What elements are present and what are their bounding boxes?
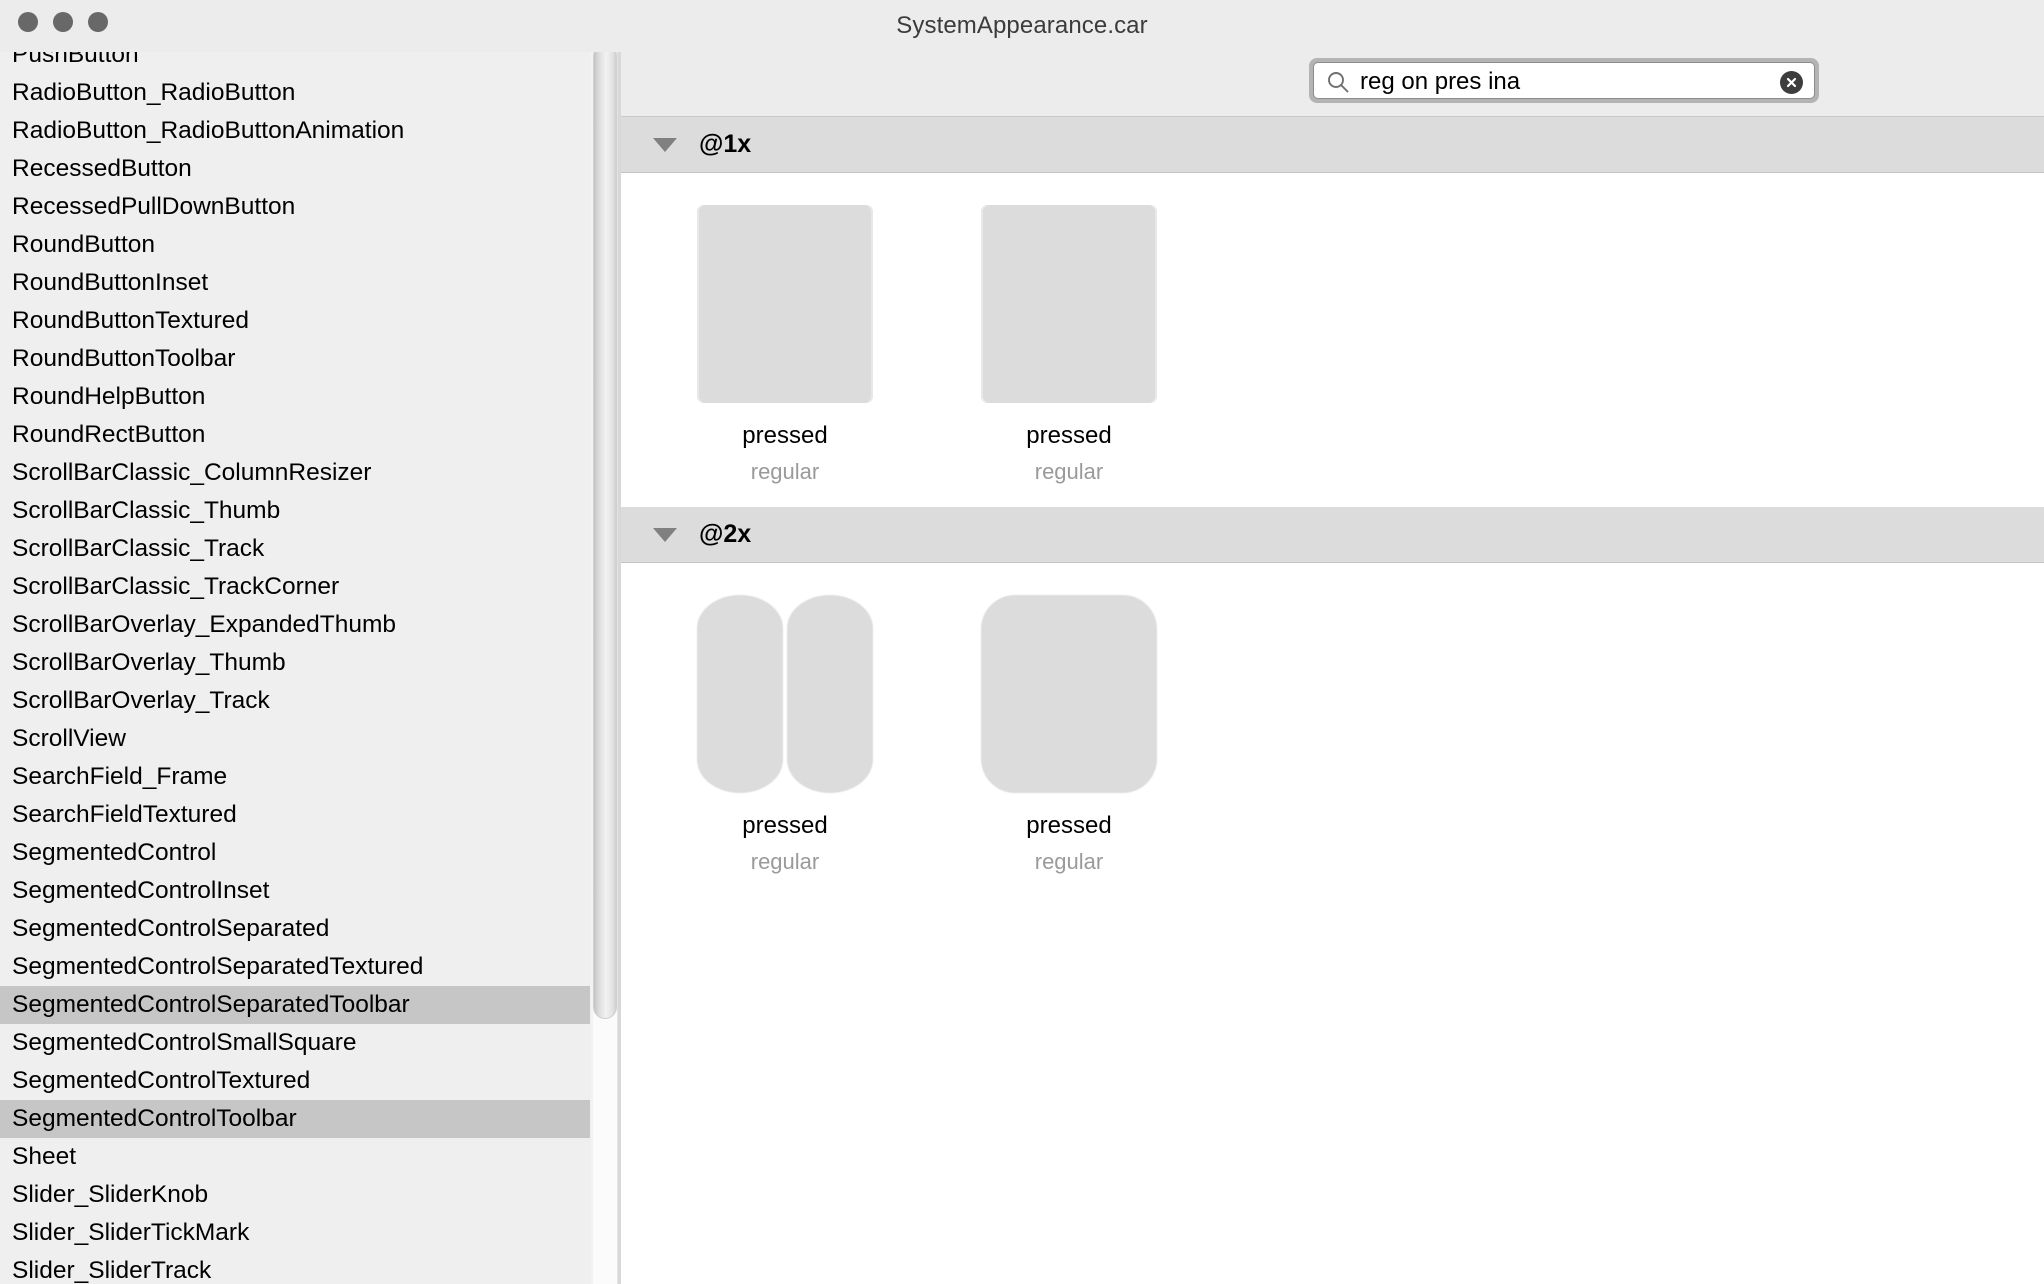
sidebar-item[interactable]: Sheet [0, 1138, 590, 1176]
clear-search-icon[interactable] [1780, 71, 1803, 94]
sidebar-item[interactable]: Slider_SliderKnob [0, 1176, 590, 1214]
asset-thumbnail[interactable] [979, 201, 1159, 406]
asset-grid: pressed regular pressed regular [621, 563, 2044, 897]
sidebar-list: PushButton RadioButton_RadioButton RadioBu… [0, 44, 590, 1284]
sidebar-item[interactable]: SegmentedControlSmallSquare [0, 1024, 590, 1062]
asset-cell[interactable]: pressed regular [669, 201, 901, 483]
window-title: SystemAppearance.car [896, 12, 1148, 39]
sidebar-item[interactable]: RoundButtonTextured [0, 302, 590, 340]
sidebar[interactable]: PushButton RadioButton_RadioButton RadioBu… [0, 44, 600, 1284]
asset-state-label: pressed [1026, 812, 1112, 839]
sidebar-item[interactable]: RecessedButton [0, 150, 590, 188]
sidebar-item[interactable]: ScrollBarClassic_ColumnResizer [0, 454, 590, 492]
sidebar-item[interactable]: RoundHelpButton [0, 378, 590, 416]
sidebar-item[interactable]: SegmentedControl [0, 834, 590, 872]
sidebar-item[interactable]: SegmentedControlTextured [0, 1062, 590, 1100]
sidebar-item[interactable]: ScrollBarOverlay_ExpandedThumb [0, 606, 590, 644]
asset-cell[interactable]: pressed regular [953, 591, 1185, 873]
section-header[interactable]: @2x [621, 507, 2044, 563]
sidebar-item[interactable]: Slider_SliderTrack [0, 1252, 590, 1284]
asset-state-label: pressed [1026, 422, 1112, 449]
sidebar-scrollbar-thumb[interactable] [593, 44, 617, 1019]
section-label: @2x [699, 520, 752, 548]
asset-state-label: pressed [742, 812, 828, 839]
asset-swatch [697, 204, 873, 403]
chevron-down-icon[interactable] [653, 527, 677, 542]
content-toolbar [621, 44, 2044, 117]
segmented-control-separated-swatch [697, 594, 873, 793]
sidebar-item[interactable]: ScrollBarOverlay_Track [0, 682, 590, 720]
segment-left [697, 594, 783, 793]
sidebar-item[interactable]: SegmentedControlSeparatedTextured [0, 948, 590, 986]
asset-size-label: regular [1034, 849, 1104, 874]
sidebar-item[interactable]: ScrollBarClassic_TrackCorner [0, 568, 590, 606]
asset-size-label: regular [750, 459, 820, 484]
asset-thumbnail[interactable] [695, 201, 875, 406]
sidebar-item[interactable]: SegmentedControlInset [0, 872, 590, 910]
sidebar-item[interactable]: RadioButton_RadioButtonAnimation [0, 112, 590, 150]
sidebar-item[interactable]: SearchFieldTextured [0, 796, 590, 834]
segmented-control-swatch [981, 594, 1157, 793]
asset-size-label: regular [1034, 459, 1104, 484]
search-icon [1327, 71, 1349, 93]
content-area: @1x pressed regular pressed regular @2x presse… [621, 44, 2044, 1284]
search-field[interactable] [1313, 62, 1815, 100]
asset-state-label: pressed [742, 422, 828, 449]
sidebar-item[interactable]: ScrollBarClassic_Track [0, 530, 590, 568]
sidebar-scrollbar-track[interactable] [591, 44, 621, 1284]
sidebar-item[interactable]: RecessedPullDownButton [0, 188, 590, 226]
sidebar-item[interactable]: SegmentedControlSeparatedToolbar [0, 986, 590, 1024]
asset-swatch [981, 204, 1157, 403]
chevron-down-icon[interactable] [653, 137, 677, 152]
sidebar-item[interactable]: RoundRectButton [0, 416, 590, 454]
sidebar-item[interactable]: RoundButtonToolbar [0, 340, 590, 378]
section-label: @1x [699, 130, 752, 158]
app-window: SystemAppearance.car PushButton RadioButt… [0, 0, 2044, 1284]
search-input[interactable] [1360, 63, 1760, 100]
sidebar-item[interactable]: RadioButton_RadioButton [0, 74, 590, 112]
sidebar-item[interactable]: RoundButton [0, 226, 590, 264]
asset-cell[interactable]: pressed regular [953, 201, 1185, 483]
sidebar-item[interactable]: SearchField_Frame [0, 758, 590, 796]
sidebar-item[interactable]: SegmentedControlToolbar [0, 1100, 590, 1138]
search-field-focus-ring [1309, 58, 1819, 103]
segment-right [787, 594, 873, 793]
asset-grid: pressed regular pressed regular [621, 173, 2044, 507]
sidebar-item[interactable]: Slider_SliderTickMark [0, 1214, 590, 1252]
section-header[interactable]: @1x [621, 117, 2044, 173]
sidebar-item[interactable]: ScrollBarClassic_Thumb [0, 492, 590, 530]
sidebar-item[interactable]: ScrollView [0, 720, 590, 758]
titlebar: SystemAppearance.car [0, 0, 2044, 52]
sidebar-item[interactable]: SegmentedControlSeparated [0, 910, 590, 948]
asset-size-label: regular [750, 849, 820, 874]
asset-thumbnail[interactable] [979, 591, 1159, 796]
asset-cell[interactable]: pressed regular [669, 591, 901, 873]
asset-sections: @1x pressed regular pressed regular @2x presse… [621, 117, 2044, 897]
sidebar-item[interactable]: RoundButtonInset [0, 264, 590, 302]
sidebar-content-divider [618, 44, 621, 1284]
sidebar-item[interactable]: ScrollBarOverlay_Thumb [0, 644, 590, 682]
asset-thumbnail[interactable] [695, 591, 875, 796]
